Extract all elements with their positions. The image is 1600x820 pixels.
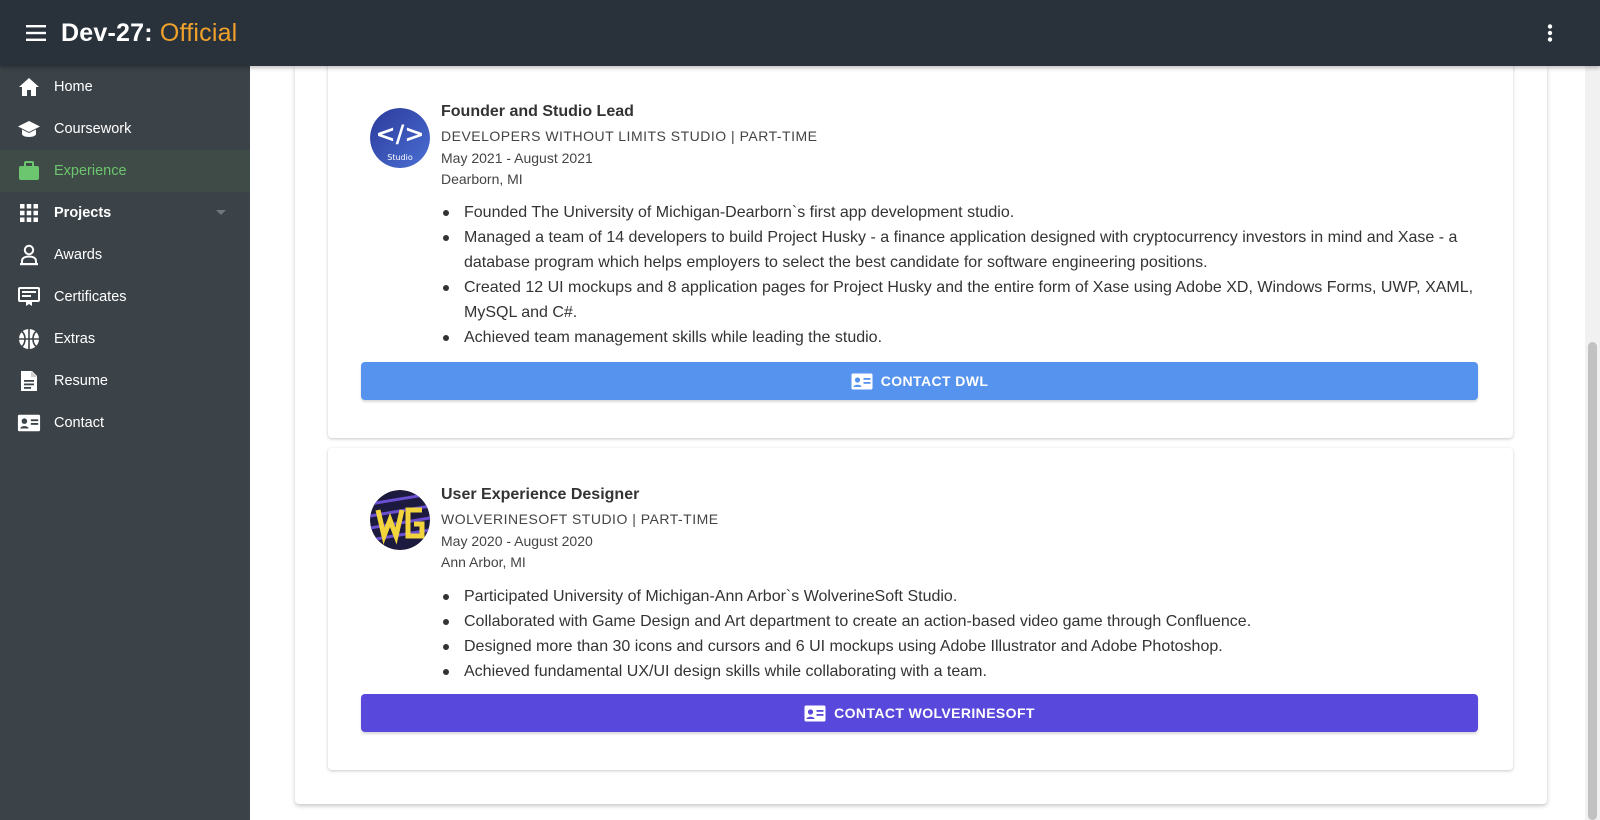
responsibilities-list: Participated University of Michigan-Ann … bbox=[441, 584, 1491, 684]
experience-card: User Experience Designer WOLVERINESOFT S… bbox=[328, 448, 1513, 770]
sidebar-item-label: Resume bbox=[54, 373, 108, 389]
svg-text:Studio: Studio bbox=[387, 153, 413, 162]
sidebar-item-label: Projects bbox=[54, 205, 112, 221]
contact-card-icon bbox=[17, 411, 41, 435]
app-title: Dev-27: Official bbox=[61, 19, 237, 48]
list-item: Collaborated with Game Design and Art de… bbox=[441, 609, 1491, 634]
job-title: User Experience Designer bbox=[441, 486, 640, 503]
date-range: May 2020 - August 2020 bbox=[441, 533, 593, 549]
basketball-icon bbox=[17, 327, 41, 351]
experience-section-card: </> Studio Founder and Studio Lead DEVEL… bbox=[295, 58, 1547, 804]
app-title-main: Dev-27: bbox=[61, 18, 160, 47]
grid-icon bbox=[17, 201, 41, 225]
award-person-icon bbox=[17, 243, 41, 267]
hamburger-menu-icon[interactable] bbox=[17, 13, 57, 53]
app-title-accent: Official bbox=[159, 18, 238, 47]
graduation-cap-icon bbox=[17, 117, 41, 141]
sidebar-item-home[interactable]: Home bbox=[0, 66, 250, 108]
briefcase-icon bbox=[17, 159, 41, 183]
sidebar-item-coursework[interactable]: Coursework bbox=[0, 108, 250, 150]
contact-card-icon bbox=[851, 372, 873, 390]
chevron-down-icon[interactable] bbox=[216, 210, 226, 215]
button-label: CONTACT DWL bbox=[880, 373, 989, 389]
sidebar-item-label: Experience bbox=[54, 163, 127, 179]
sidebar-item-label: Contact bbox=[54, 415, 104, 431]
sidebar-item-awards[interactable]: Awards bbox=[0, 234, 250, 276]
list-item: Participated University of Michigan-Ann … bbox=[441, 584, 1491, 609]
company-name: WOLVERINESOFT STUDIO | PART-TIME bbox=[441, 511, 719, 527]
list-item: Achieved fundamental UX/UI design skills… bbox=[441, 659, 1491, 684]
location: Dearborn, MI bbox=[441, 171, 523, 187]
date-range: May 2021 - August 2021 bbox=[441, 150, 593, 166]
list-item: Founded The University of Michigan-Dearb… bbox=[441, 200, 1491, 225]
page-scrollbar[interactable] bbox=[1585, 66, 1600, 820]
certificate-icon bbox=[17, 285, 41, 309]
sidebar-item-label: Certificates bbox=[54, 289, 127, 305]
app-bar: Dev-27: Official bbox=[0, 0, 1600, 66]
job-title: Founder and Studio Lead bbox=[441, 103, 634, 120]
sidebar-item-label: Extras bbox=[54, 331, 96, 347]
sidebar-item-contact[interactable]: Contact bbox=[0, 402, 250, 444]
main-content: </> Studio Founder and Studio Lead DEVEL… bbox=[250, 58, 1585, 820]
list-item: Achieved team management skills while le… bbox=[441, 325, 1491, 350]
document-icon bbox=[17, 369, 41, 393]
button-label: CONTACT WOLVERINESOFT bbox=[834, 705, 1035, 721]
sidebar-item-label: Home bbox=[54, 79, 93, 95]
contact-wolverinesoft-button[interactable]: CONTACT WOLVERINESOFT bbox=[361, 694, 1478, 732]
svg-text:</>: </> bbox=[376, 120, 425, 148]
contact-dwl-button[interactable]: CONTACT DWL bbox=[361, 362, 1478, 400]
more-vertical-icon[interactable] bbox=[1530, 13, 1570, 53]
company-name: DEVELOPERS WITHOUT LIMITS STUDIO | PART-… bbox=[441, 128, 818, 144]
list-item: Created 12 UI mockups and 8 application … bbox=[441, 275, 1491, 325]
sidebar-item-extras[interactable]: Extras bbox=[0, 318, 250, 360]
wolverinesoft-logo bbox=[370, 490, 430, 550]
studio-logo: </> Studio bbox=[370, 108, 430, 168]
location: Ann Arbor, MI bbox=[441, 554, 526, 570]
home-icon bbox=[17, 75, 41, 99]
sidebar-item-projects[interactable]: Projects bbox=[0, 192, 250, 234]
sidebar-item-label: Awards bbox=[54, 247, 103, 263]
sidebar-item-label: Coursework bbox=[54, 121, 132, 137]
experience-card: </> Studio Founder and Studio Lead DEVEL… bbox=[328, 58, 1513, 438]
experience-info: Founder and Studio Lead DEVELOPERS WITHO… bbox=[441, 101, 817, 189]
list-item: Managed a team of 14 developers to build… bbox=[441, 225, 1491, 275]
responsibilities-list: Founded The University of Michigan-Dearb… bbox=[441, 200, 1491, 350]
sidebar-item-experience[interactable]: Experience bbox=[0, 150, 250, 192]
sidebar-item-certificates[interactable]: Certificates bbox=[0, 276, 250, 318]
sidebar-nav: Home Coursework Experience Projects Awar… bbox=[0, 66, 250, 820]
list-item: Designed more than 30 icons and cursors … bbox=[441, 634, 1491, 659]
experience-info: User Experience Designer WOLVERINESOFT S… bbox=[441, 484, 719, 572]
sidebar-item-resume[interactable]: Resume bbox=[0, 360, 250, 402]
contact-card-icon bbox=[804, 704, 826, 722]
scrollbar-thumb[interactable] bbox=[1588, 342, 1597, 820]
